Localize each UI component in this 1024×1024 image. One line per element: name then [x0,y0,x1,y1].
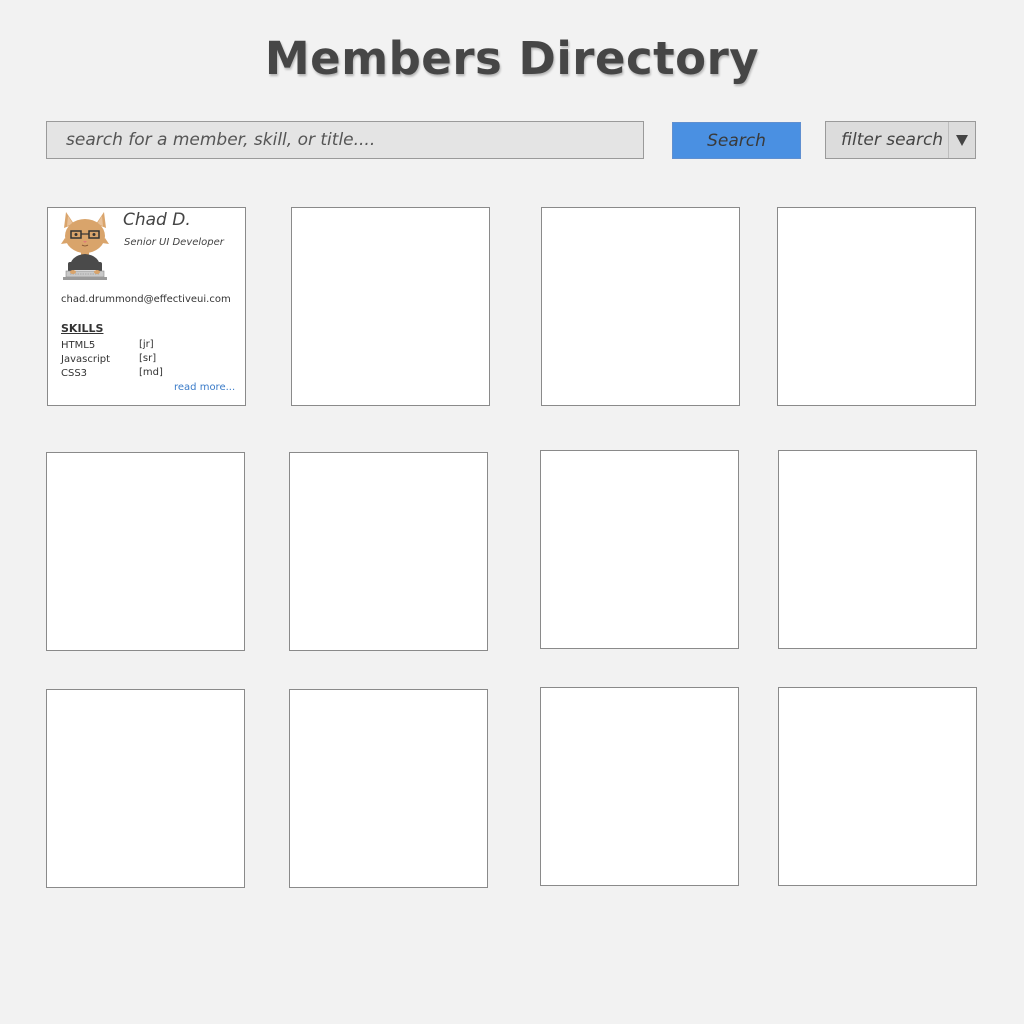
search-input[interactable] [46,121,644,159]
search-button[interactable]: Search [672,122,801,159]
member-card-empty[interactable] [289,689,488,888]
member-card-empty[interactable] [777,207,976,406]
cat-developer-avatar-icon [60,210,110,284]
member-email[interactable]: chad.drummond@effectiveui.com [61,294,231,305]
skill-row: Javascript [sr] [61,353,231,367]
skill-name: Javascript [61,354,110,365]
triangle-down-icon [948,122,975,158]
member-card-empty[interactable] [541,207,740,406]
skill-name: HTML5 [61,340,96,351]
skill-level: [md] [139,367,163,378]
member-card-empty[interactable] [46,452,245,651]
member-title: Senior UI Developer [124,237,224,248]
member-card[interactable]: Chad D. Senior UI Developer chad.drummon… [47,207,246,406]
skill-row: HTML5 [jr] [61,339,231,353]
page-title: Members Directory [264,32,760,85]
member-card-empty[interactable] [289,452,488,651]
read-more-link[interactable]: read more... [174,382,235,393]
skills-heading: SKILLS [61,322,104,335]
skill-row: CSS3 [md] [61,367,231,381]
filter-search-label: filter search [841,130,944,150]
member-card-empty[interactable] [778,687,977,886]
member-name[interactable]: Chad D. [123,210,191,230]
member-card-empty[interactable] [540,687,739,886]
member-card-empty[interactable] [46,689,245,888]
skill-level: [jr] [139,339,154,350]
members-directory-page: Members Directory Search filter search [0,0,1024,1024]
skill-name: CSS3 [61,368,88,379]
skill-level: [sr] [139,353,157,364]
member-card-empty[interactable] [778,450,977,649]
member-card-empty[interactable] [291,207,490,406]
filter-search-dropdown[interactable]: filter search [825,121,976,159]
member-card-empty[interactable] [540,450,739,649]
